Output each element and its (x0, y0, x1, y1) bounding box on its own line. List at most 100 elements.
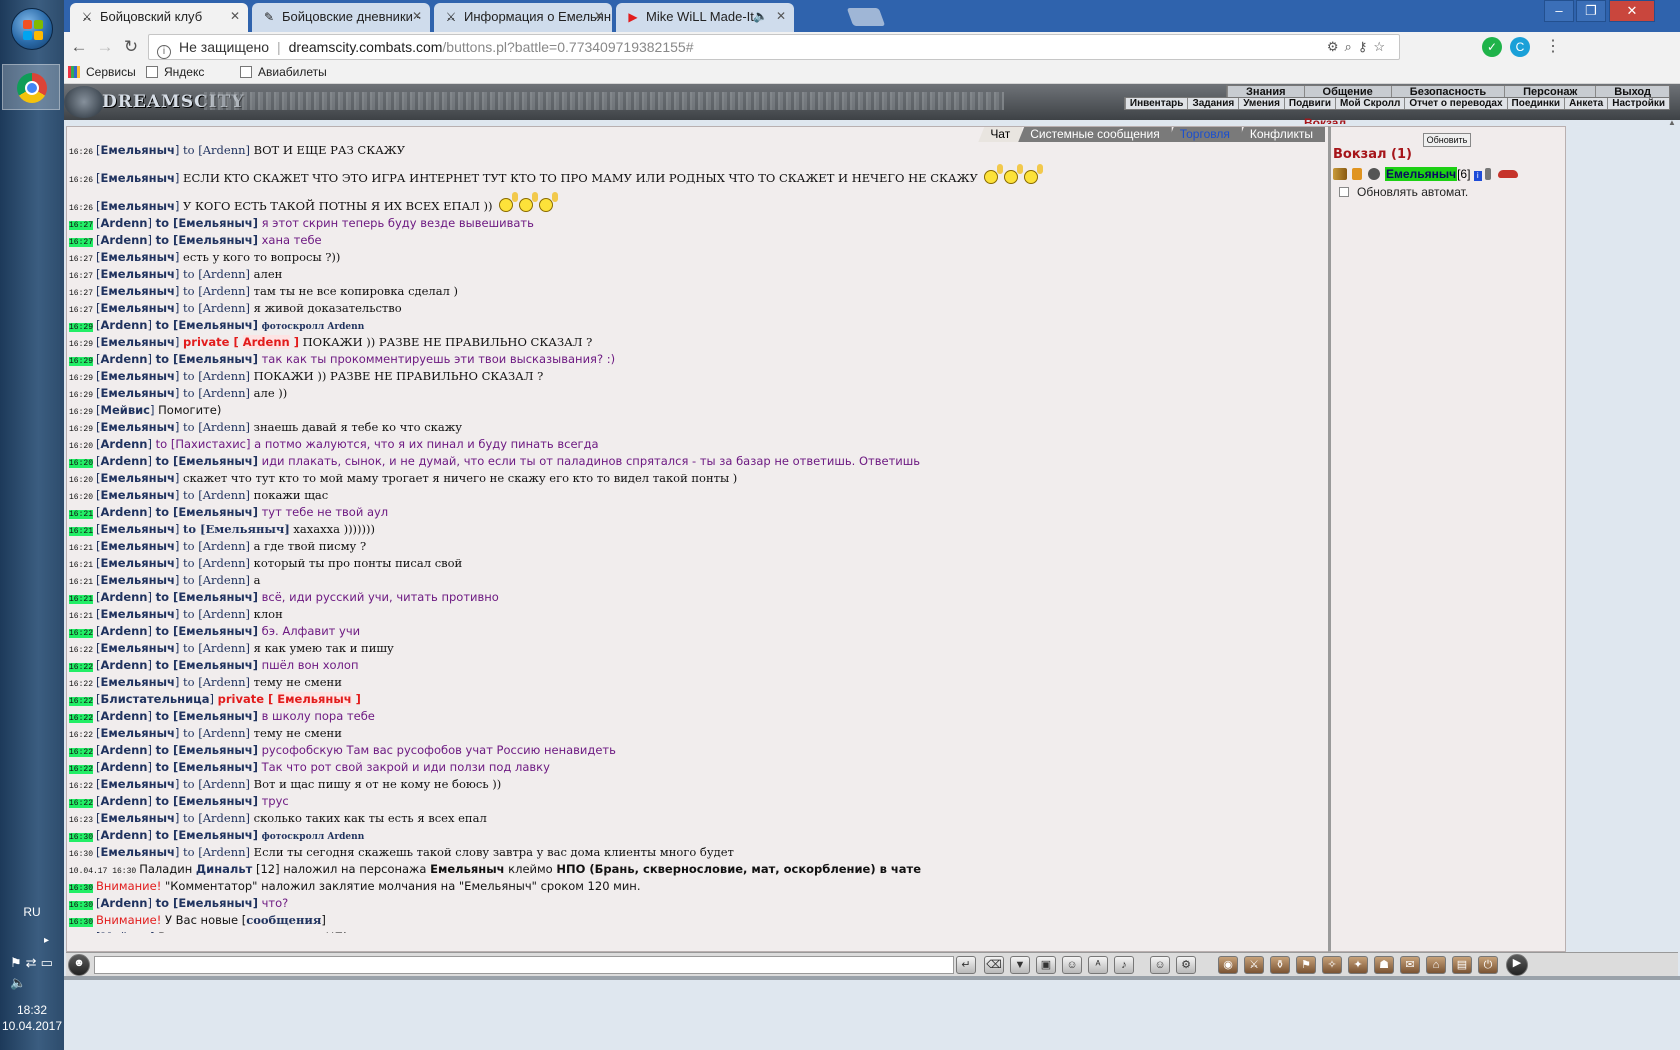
guild-icon[interactable]: ⚑ (1296, 956, 1316, 974)
timestamp[interactable]: 16:29 (69, 340, 93, 349)
timestamp[interactable]: 16:21 (69, 578, 93, 587)
forward-icon[interactable]: → (94, 36, 116, 58)
recipient[interactable]: to [Емельяныч] (156, 216, 258, 230)
submenu-inventory[interactable]: Инвентарь (1124, 98, 1188, 109)
browser-tab[interactable]: ✎ Бойцовские дневники - ✕ (252, 3, 430, 32)
recipient[interactable]: to [Ardenn] (183, 726, 250, 740)
chat-nick[interactable]: [Ardenn] (96, 318, 152, 332)
start-button[interactable] (11, 8, 53, 50)
maximize-button[interactable]: ❐ (1576, 0, 1606, 22)
tab-conflicts[interactable]: Конфликты (1237, 127, 1325, 142)
clan-icon[interactable] (1367, 168, 1380, 180)
chat-settings-icon[interactable]: ⚙ (1176, 956, 1196, 974)
timestamp[interactable]: 16:27 (69, 238, 94, 247)
timestamp[interactable]: 16:22 (69, 748, 94, 757)
chat-nick[interactable]: [Ardenn] (96, 828, 152, 842)
sword-icon[interactable]: ⚔ (1244, 956, 1264, 974)
paladin-name[interactable]: Динальт (196, 862, 252, 876)
browser-tab[interactable]: ⚔ Информация о Емельян ✕ (434, 3, 612, 32)
timestamp[interactable]: 16:21 (69, 527, 94, 536)
chat-nick[interactable]: [Емельяныч] (96, 811, 179, 825)
timestamp[interactable]: 16:20 (69, 493, 93, 502)
recipient[interactable]: to [Ardenn] (183, 811, 250, 825)
bookmark-aviabilety[interactable]: Авиабилеты (240, 65, 327, 79)
submenu-battles[interactable]: Поединки (1506, 98, 1565, 109)
chat-nick[interactable]: [Мейвис] (96, 930, 154, 933)
timestamp[interactable]: 16:22 (69, 629, 94, 638)
reload-icon[interactable]: ↻ (120, 36, 142, 58)
timestamp[interactable]: 16:29 (69, 391, 93, 400)
chat-nick[interactable]: [Блистательница] (96, 692, 214, 706)
back-icon[interactable]: ← (68, 36, 90, 58)
chat-nick[interactable]: [Ardenn] (96, 896, 152, 910)
target-name[interactable]: Емельяныч (430, 862, 504, 876)
close-window-button[interactable]: ✕ (1609, 0, 1655, 22)
exit-icon[interactable]: ⏻ (1478, 956, 1498, 974)
recipient[interactable]: to [Ardenn] (183, 420, 250, 434)
browser-tab[interactable]: ▶ Mike WiLL Made-It - 🔈 ✕ (616, 3, 794, 32)
filter-icon[interactable]: ▼ (1010, 956, 1030, 974)
recipient[interactable]: to [Емельяныч] (156, 454, 258, 468)
chat-nick[interactable]: [Ardenn] (96, 505, 152, 519)
puzzle-icon[interactable]: ⚙ (1327, 39, 1345, 54)
chat-nick[interactable]: [Ardenn] (96, 794, 152, 808)
timestamp[interactable]: 16:22 (69, 663, 94, 672)
info-icon[interactable]: i (1473, 171, 1482, 181)
recipient[interactable]: to [Ardenn] (183, 573, 250, 587)
recipient[interactable]: to [Емельяныч] (156, 505, 258, 519)
chat-nick[interactable]: [Емельяныч] (96, 488, 179, 502)
recipient[interactable]: to [Емельяныч] (156, 794, 258, 808)
map-icon[interactable]: ✧ (1322, 956, 1342, 974)
timestamp[interactable]: 16:27 (69, 272, 93, 281)
timestamp[interactable]: 16:21 (69, 561, 93, 570)
user-name[interactable]: Емельяныч (1385, 167, 1458, 181)
book-icon[interactable]: ▤ (1452, 956, 1472, 974)
bag-icon[interactable]: ◉ (1218, 956, 1238, 974)
chat-input[interactable] (94, 956, 954, 974)
checkbox[interactable] (1339, 187, 1349, 197)
timestamp[interactable]: 16:23 (69, 816, 93, 825)
recipient[interactable]: to [Емельяныч] (156, 352, 258, 366)
timestamp[interactable]: 16:20 (69, 442, 93, 451)
timestamp[interactable]: 16:26 (69, 176, 93, 185)
timestamp[interactable]: 16:30 (69, 918, 94, 927)
chat-nick[interactable]: [Ardenn] (96, 233, 152, 247)
extension-c-icon[interactable]: C (1510, 37, 1530, 57)
network-icon[interactable]: ⇄ (26, 955, 37, 971)
recipient[interactable]: to [Ardenn] (183, 641, 250, 655)
chat-nick[interactable]: [Ardenn] (96, 590, 152, 604)
new-tab-button[interactable] (846, 8, 886, 26)
chat-nick[interactable]: [Емельяныч] (96, 675, 179, 689)
smile-menu-icon[interactable]: ☻ (68, 954, 90, 976)
chat-nick[interactable]: [Емельяныч] (96, 556, 179, 570)
sound-icon[interactable]: ♪ (1114, 956, 1134, 974)
timestamp[interactable]: 16:29 (69, 408, 93, 417)
chat-nick[interactable]: [Емельяныч] (96, 199, 179, 213)
display-icon[interactable]: ▭ (41, 955, 53, 971)
recipient[interactable]: to [Емельяныч] (156, 318, 258, 332)
quest-icon[interactable]: ✦ (1348, 956, 1368, 974)
tab-close-icon[interactable]: ✕ (230, 9, 240, 23)
timestamp[interactable]: 16:22 (69, 697, 94, 706)
timestamp[interactable]: 16:27 (69, 306, 93, 315)
timestamp[interactable]: 16:22 (69, 765, 94, 774)
chat-nick[interactable]: [Емельяныч] (96, 777, 179, 791)
timestamp[interactable]: 16:30 (69, 833, 94, 842)
recipient[interactable]: to [Емельяныч] (156, 828, 258, 842)
chat-nick[interactable]: [Емельяныч] (96, 250, 179, 264)
submenu-quests[interactable]: Задания (1187, 98, 1238, 109)
timestamp[interactable]: 16:29 (69, 323, 94, 332)
timestamp[interactable]: 16:30 (69, 901, 94, 910)
recipient[interactable]: to [Емельяныч] (156, 658, 258, 672)
tab-close-icon[interactable]: ✕ (412, 9, 422, 23)
private-tag[interactable]: private [ Емельяныч ] (218, 692, 361, 706)
star-icon[interactable]: ☆ (1373, 39, 1391, 54)
recipient[interactable]: to [Ardenn] (183, 607, 250, 621)
submenu-skills[interactable]: Умения (1238, 98, 1284, 109)
recipient[interactable]: to [Пахистахис] (156, 437, 251, 451)
taskbar-chrome-button[interactable] (2, 64, 60, 110)
chat-nick[interactable]: [Ardenn] (96, 760, 152, 774)
recipient[interactable]: to [Емельяныч] (156, 624, 258, 638)
chat-nick[interactable]: [Емельяныч] (96, 522, 179, 536)
save-icon[interactable]: ▣ (1036, 956, 1056, 974)
